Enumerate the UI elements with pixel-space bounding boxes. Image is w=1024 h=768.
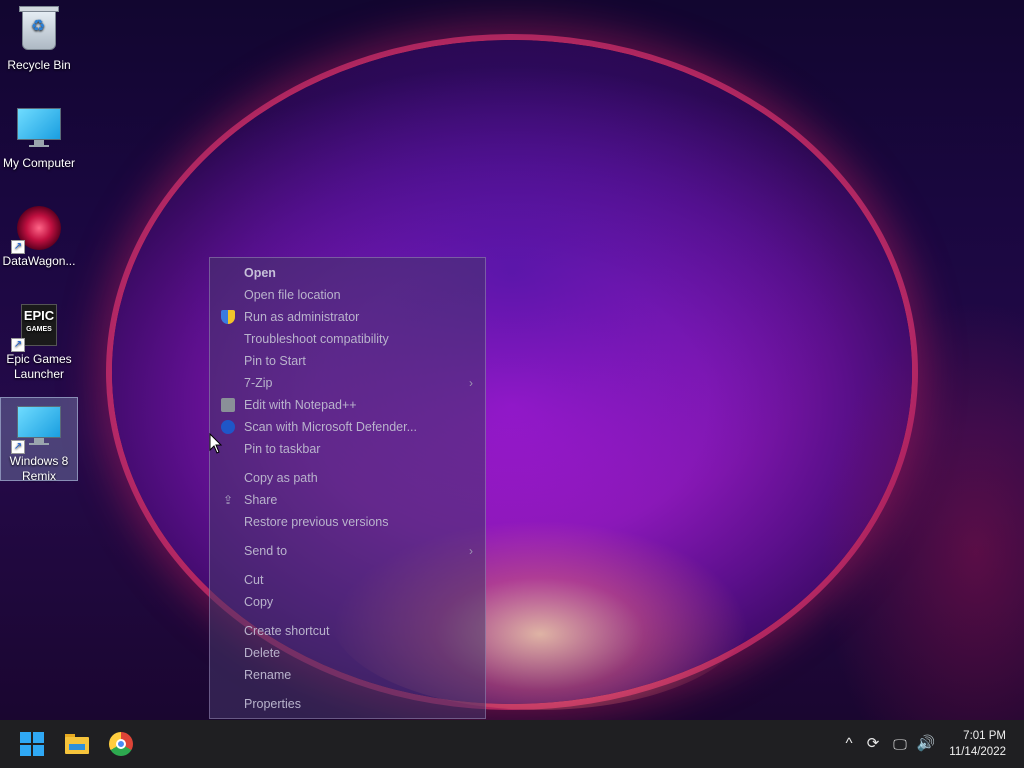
context-menu: Open Open file location Run as administr… xyxy=(209,257,486,719)
windows-logo-icon xyxy=(20,732,31,743)
desktop-icon-my-computer[interactable]: My Computer xyxy=(0,100,78,176)
desktop-icon-datawagon[interactable]: ↗ DataWagon... xyxy=(0,198,78,274)
menu-item-cut[interactable]: Cut xyxy=(210,569,485,591)
menu-label: Scan with Microsoft Defender... xyxy=(244,420,417,434)
menu-item-create-shortcut[interactable]: Create shortcut xyxy=(210,620,485,642)
sync-icon[interactable]: ⟳ xyxy=(862,720,884,768)
menu-item-7zip[interactable]: 7-Zip › xyxy=(210,372,485,394)
menu-label: Send to xyxy=(244,544,288,558)
recycle-bin-icon: ♻ xyxy=(17,6,61,54)
clock-time: 7:01 PM xyxy=(963,730,1006,742)
menu-label: Properties xyxy=(244,697,301,711)
desktop-icon-recycle-bin[interactable]: ♻ Recycle Bin xyxy=(0,2,78,78)
menu-item-restore-versions[interactable]: Restore previous versions xyxy=(210,511,485,533)
menu-item-copy[interactable]: Copy xyxy=(210,591,485,613)
menu-item-pin-to-start[interactable]: Pin to Start xyxy=(210,350,485,372)
desktop-icon-windows8-remix[interactable]: ↗ Windows 8 Remix xyxy=(0,397,78,483)
desktop-icon-label: My Computer xyxy=(2,156,76,170)
menu-item-rename[interactable]: Rename xyxy=(210,664,485,686)
menu-item-defender[interactable]: Scan with Microsoft Defender... xyxy=(210,416,485,438)
share-icon: ⇪ xyxy=(222,493,234,507)
menu-label: Restore previous versions xyxy=(244,515,389,529)
menu-item-copy-as-path[interactable]: Copy as path xyxy=(210,467,485,489)
menu-item-run-as-admin[interactable]: Run as administrator xyxy=(210,306,485,328)
network-icon[interactable]: 🖵 xyxy=(888,720,912,768)
menu-label: Open xyxy=(244,266,276,280)
menu-label: Copy as path xyxy=(244,471,318,485)
taskbar: ^ ⟳ 🖵 🔊 7:01 PM 11/14/2022 xyxy=(0,720,1024,768)
menu-label: Pin to Start xyxy=(244,354,306,368)
menu-item-open-file-location[interactable]: Open file location xyxy=(210,284,485,306)
show-hidden-icons-chevron[interactable]: ^ xyxy=(839,720,859,768)
desktop-wallpaper xyxy=(0,0,1024,720)
menu-item-properties[interactable]: Properties xyxy=(210,693,485,715)
epic-badge-line1: EPIC xyxy=(23,308,55,323)
desktop-icon-label: DataWagon... xyxy=(2,254,76,268)
file-explorer-button[interactable] xyxy=(61,728,93,760)
menu-item-pin-to-taskbar[interactable]: Pin to taskbar xyxy=(210,438,485,460)
desktop-icon-label: Windows 8 Remix xyxy=(9,454,69,483)
menu-label: Copy xyxy=(244,595,274,609)
computer-icon: ↗ xyxy=(11,406,61,454)
menu-label: Cut xyxy=(244,573,264,587)
datawagon-icon: ↗ xyxy=(11,206,61,254)
computer-icon xyxy=(17,108,61,152)
desktop-icon-label: Recycle Bin xyxy=(7,58,71,72)
chevron-right-icon: › xyxy=(469,376,473,390)
menu-item-delete[interactable]: Delete xyxy=(210,642,485,664)
chrome-button[interactable] xyxy=(105,728,137,760)
chevron-right-icon: › xyxy=(469,544,473,558)
menu-item-open[interactable]: Open xyxy=(210,262,485,284)
epic-badge-line2: GAMES xyxy=(26,326,52,333)
menu-label: Delete xyxy=(244,646,281,660)
defender-icon xyxy=(221,420,235,434)
clock-date: 11/14/2022 xyxy=(949,746,1006,758)
volume-icon[interactable]: 🔊 xyxy=(914,720,938,768)
menu-label: Pin to taskbar xyxy=(244,442,321,456)
start-button[interactable] xyxy=(16,728,48,760)
menu-label: Share xyxy=(244,493,278,507)
menu-item-send-to[interactable]: Send to › xyxy=(210,540,485,562)
menu-label: Open file location xyxy=(244,288,341,302)
shield-icon xyxy=(221,310,235,324)
desktop-icon-label: Epic Games Launcher xyxy=(6,352,72,381)
shortcut-arrow-icon: ↗ xyxy=(11,240,25,254)
menu-label: Troubleshoot compatibility xyxy=(244,332,389,346)
notepad-icon xyxy=(221,398,235,412)
desktop-icon-epic-games[interactable]: EPIC GAMES ↗ Epic Games Launcher xyxy=(0,296,78,386)
menu-item-troubleshoot[interactable]: Troubleshoot compatibility xyxy=(210,328,485,350)
menu-label: Edit with Notepad++ xyxy=(244,398,357,412)
wallpaper-haze xyxy=(820,300,1024,720)
menu-label: Create shortcut xyxy=(244,624,330,638)
shortcut-arrow-icon: ↗ xyxy=(11,338,25,352)
mouse-cursor-icon xyxy=(209,433,223,454)
epic-games-icon: EPIC GAMES ↗ xyxy=(11,304,61,352)
menu-item-share[interactable]: ⇪ Share xyxy=(210,489,485,511)
menu-label: 7-Zip xyxy=(244,376,273,390)
shortcut-arrow-icon: ↗ xyxy=(11,440,25,454)
menu-label: Run as administrator xyxy=(244,310,360,324)
taskbar-clock[interactable]: 7:01 PM 11/14/2022 xyxy=(949,728,1006,760)
menu-label: Rename xyxy=(244,668,292,682)
menu-item-notepad[interactable]: Edit with Notepad++ xyxy=(210,394,485,416)
